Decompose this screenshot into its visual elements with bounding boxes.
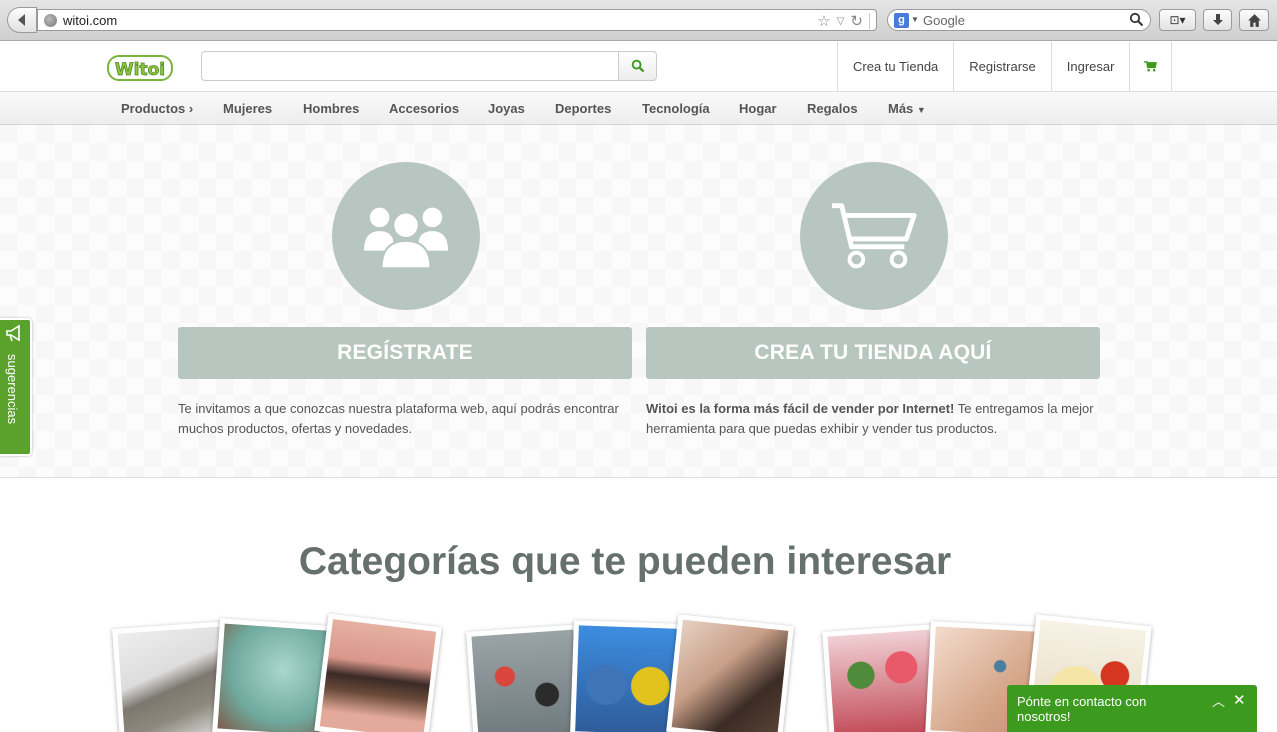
plush-toys-image [575,625,677,732]
category-photo[interactable] [212,618,332,732]
nav-accesorios[interactable]: Accesorios [389,101,459,116]
category-nav: Productos › Mujeres Hombres Accesorios J… [0,92,1277,125]
users-icon [363,207,449,270]
site-search-input[interactable] [201,51,619,81]
cart-button[interactable] [1129,42,1173,91]
users-circle [332,162,480,310]
megaphone-icon [6,324,20,342]
jewelry-model-image [671,619,789,732]
google-icon: g [894,13,909,28]
suggestions-label: sugerencias [5,354,20,425]
register-link[interactable]: Registrarse [953,42,1050,91]
shopping-cart-icon [831,203,917,269]
nav-joyas[interactable]: Joyas [488,101,525,116]
charm-bracelet-image [471,629,581,732]
search-icon[interactable] [1129,12,1144,27]
address-bar[interactable]: witoi.com ☆ ▽ ↻ [37,9,877,31]
category-photo[interactable] [466,624,586,732]
nav-regalos[interactable]: Regalos [807,101,858,116]
create-store-cta-button[interactable]: CREA TU TIENDA AQUÍ [646,327,1100,379]
nav-mas[interactable]: Más ▼ [888,101,926,116]
back-arrow-icon [18,14,25,26]
url-text: witoi.com [63,13,118,28]
site-search-button[interactable] [618,51,657,81]
downloads-button[interactable] [1203,9,1232,31]
svg-text:Witoi: Witoi [115,60,165,80]
lingerie-image [319,619,437,732]
nav-tecnologia[interactable]: Tecnología [642,101,710,116]
bookmark-star-icon[interactable]: ☆ [817,12,830,30]
hero-section: REGÍSTRATE CREA TU TIENDA AQUÍ Te invita… [0,125,1277,478]
search-icon [631,59,644,73]
categories-title: Categorías que te pueden interesar [298,540,952,583]
home-icon [1247,13,1261,27]
chevron-up-icon[interactable]: ︿ [1212,691,1225,710]
nav-hombres[interactable]: Hombres [303,101,359,116]
store-description: Witoi es la forma más fácil de vender po… [646,401,1094,436]
cart-circle [800,162,948,310]
browser-toolbar: witoi.com ☆ ▽ ↻ g ▼ Google ⊡▾ [0,0,1277,41]
witoi-logo[interactable]: Witoi [107,54,173,82]
nav-deportes[interactable]: Deportes [555,101,611,116]
nav-hogar[interactable]: Hogar [739,101,777,116]
category-photo[interactable] [570,620,682,732]
close-icon[interactable]: ✕ [1233,691,1246,709]
site-header: Witoi Crea tu Tienda Registrarse Ingresa… [0,42,1277,92]
globe-icon [44,14,57,27]
knit-top-image [217,623,327,732]
cart-icon [1144,61,1158,72]
category-photo[interactable] [314,613,442,732]
contact-widget-text: Pónte en contacto con nosotros! [1017,694,1147,724]
login-link[interactable]: Ingresar [1050,42,1130,91]
nav-mujeres[interactable]: Mujeres [223,101,272,116]
category-photo[interactable] [666,614,794,732]
download-icon [1212,14,1223,25]
engine-dropdown-icon[interactable]: ▼ [911,15,919,24]
category-photo[interactable] [822,624,942,732]
browser-search-placeholder: Google [923,13,965,28]
contact-widget[interactable]: Pónte en contacto con nosotros! ︿ ✕ [1007,685,1257,732]
browser-search-box[interactable]: g ▼ Google [887,9,1151,31]
register-description: Te invitamos a que conozcas nuestra plat… [178,401,619,436]
cosmetics-image [827,629,937,732]
home-button[interactable] [1239,9,1269,31]
boots-image [117,626,227,732]
reload-icon[interactable]: ↻ [850,12,863,30]
suggestions-tab[interactable]: sugerencias [0,318,32,456]
nav-productos[interactable]: Productos › [121,101,193,116]
back-button[interactable] [7,7,37,33]
history-dropdown-icon[interactable]: ▽ [837,16,845,27]
screenshot-menu-button[interactable]: ⊡▾ [1159,9,1196,31]
create-store-link[interactable]: Crea tu Tienda [837,42,953,91]
register-cta-button[interactable]: REGÍSTRATE [178,327,632,379]
